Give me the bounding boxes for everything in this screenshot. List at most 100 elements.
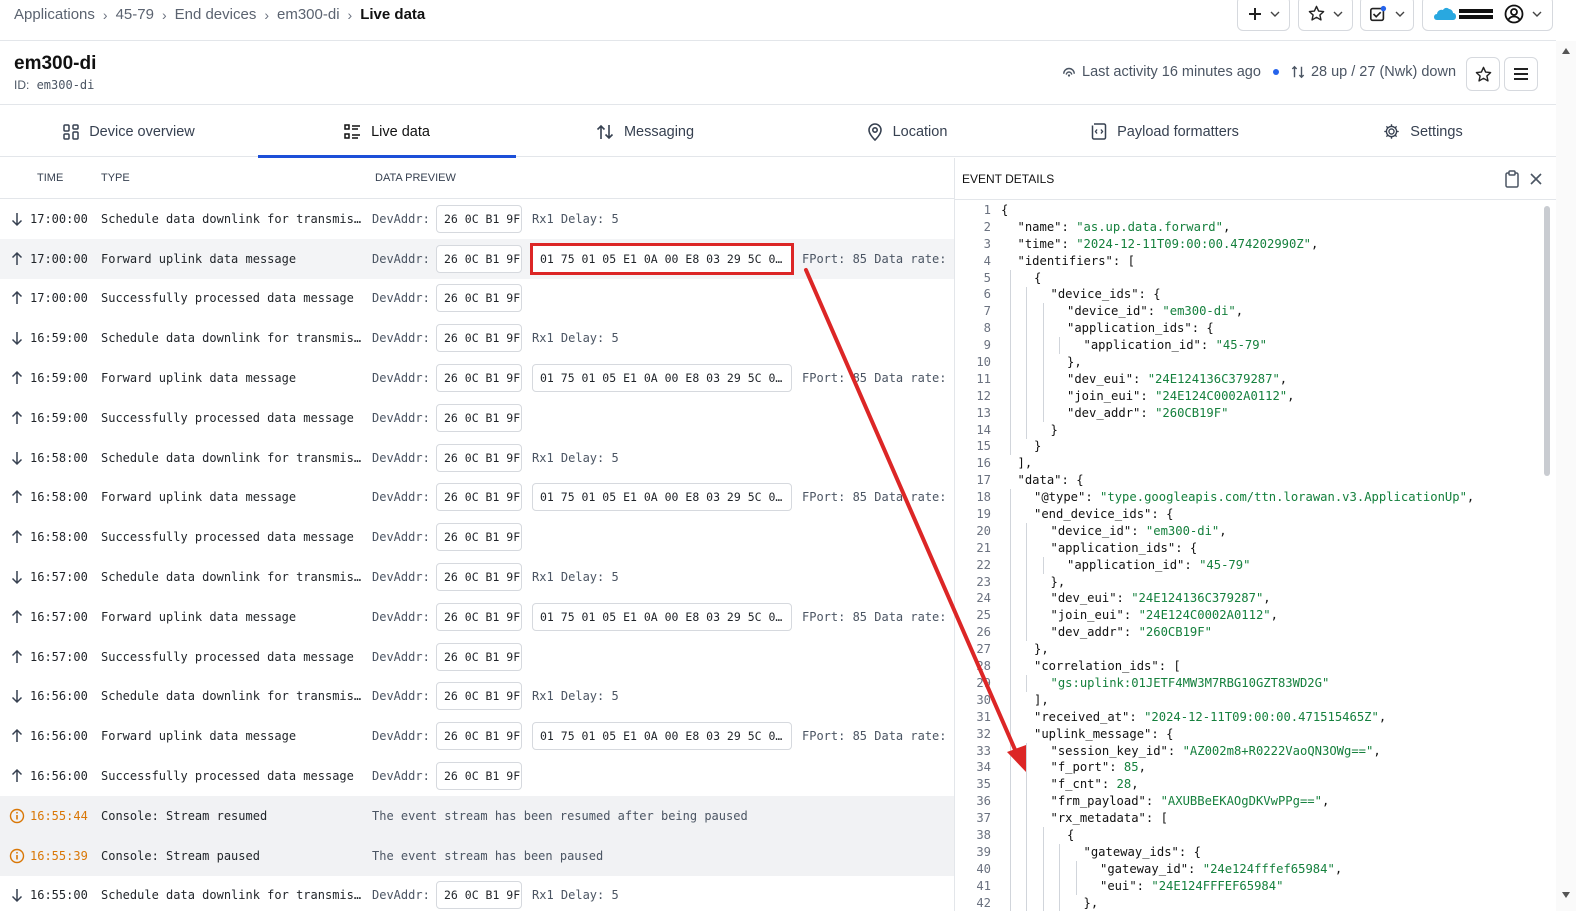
- page-scrollbar[interactable]: [1556, 41, 1576, 911]
- line-number: 1: [983, 203, 991, 217]
- json-punctuation: {: [1153, 287, 1161, 302]
- star-icon: [1308, 5, 1325, 21]
- devaddr-chip[interactable]: 26 0C B1 9F: [436, 642, 522, 671]
- json-value: "2024-12-11T09:00:00.471515465Z": [1144, 709, 1379, 724]
- devaddr-label: DevAddr:: [372, 769, 430, 784]
- line-number: 28: [976, 659, 991, 674]
- payload-chip[interactable]: 01 75 01 05 E1 0A 00 E8 03 29 5C 0F 3E…: [532, 483, 792, 512]
- devaddr-chip[interactable]: 26 0C B1 9F: [436, 602, 522, 631]
- tab-settings[interactable]: Settings: [1294, 106, 1552, 157]
- event-row[interactable]: 16:59:00 Forward uplink data message DevAd…: [0, 358, 954, 398]
- devaddr-chip[interactable]: 26 0C B1 9F: [436, 443, 522, 472]
- devaddr-chip[interactable]: 26 0C B1 9F: [436, 403, 522, 432]
- code-text: "rx_metadata": [: [1051, 810, 1168, 827]
- event-row[interactable]: 16:58:00 Successfully processed data mess…: [0, 517, 954, 557]
- tab-device-overview[interactable]: Device overview: [0, 106, 258, 157]
- event-type: Forward uplink data message: [101, 371, 297, 386]
- event-row[interactable]: 16:57:00 Forward uplink data message DevAd…: [0, 597, 954, 637]
- event-row[interactable]: 16:57:00 Schedule data downlink for trans…: [0, 557, 954, 597]
- tab-location[interactable]: Location: [778, 106, 1036, 157]
- column-header-preview: DATA PREVIEW: [375, 172, 456, 184]
- details-scrollbar[interactable]: [1544, 206, 1550, 476]
- devaddr-chip[interactable]: 26 0C B1 9F: [436, 364, 522, 393]
- event-row[interactable]: 17:00:00 Successfully processed data mess…: [0, 279, 954, 319]
- event-row[interactable]: 16:56:00 Forward uplink data message DevAd…: [0, 716, 954, 756]
- devaddr-chip[interactable]: 26 0C B1 9F: [436, 483, 522, 512]
- event-row[interactable]: 17:00:00 Forward uplink data message DevAd…: [0, 238, 954, 279]
- devaddr-chip[interactable]: 26 0C B1 9F: [436, 762, 522, 791]
- tab-messaging[interactable]: Messaging: [516, 106, 774, 157]
- breadcrumb-applications[interactable]: Applications: [14, 6, 95, 23]
- close-icon[interactable]: [1527, 170, 1545, 188]
- code-text: "join_eui": "24E124C0002A0112",: [1067, 388, 1294, 405]
- arrow-up-icon: [9, 649, 25, 665]
- rx1-delay: Rx1 Delay: 5: [532, 888, 619, 903]
- event-row[interactable]: 16:58:00 Schedule data downlink for trans…: [0, 438, 954, 478]
- breadcrumb-end-devices[interactable]: End devices: [175, 6, 257, 23]
- line-number: 9: [983, 338, 991, 353]
- arrow-up-icon: [9, 529, 25, 545]
- json-key: "received_at":: [1034, 709, 1145, 724]
- event-type: Successfully processed data message: [101, 769, 354, 784]
- line-number: 22: [976, 557, 991, 572]
- devaddr-chip[interactable]: 26 0C B1 9F: [436, 523, 522, 552]
- event-row[interactable]: 16:59:00 Successfully processed data mess…: [0, 398, 954, 438]
- breadcrumb-current: Live data: [360, 6, 426, 23]
- star-icon: [1475, 66, 1491, 82]
- line-number: 6: [983, 287, 991, 302]
- code-line: 1{: [955, 202, 1540, 219]
- fport-info: FPort: 85 Data rate:: [802, 371, 947, 386]
- breadcrumb-device[interactable]: em300-di: [277, 6, 340, 23]
- json-value: "45-79": [1215, 338, 1267, 353]
- tab-label: Settings: [1410, 123, 1463, 140]
- json-key: "rx_metadata":: [1050, 811, 1161, 826]
- line-number: 26: [976, 625, 991, 640]
- indent-guide: [1059, 844, 1060, 911]
- devaddr-chip[interactable]: 26 0C B1 9F: [436, 204, 522, 233]
- rx1-delay: Rx1 Delay: 5: [532, 570, 619, 585]
- devaddr-chip[interactable]: 26 0C B1 9F: [436, 324, 522, 353]
- breadcrumb-application[interactable]: 45-79: [116, 6, 154, 23]
- payload-chip[interactable]: 01 75 01 05 E1 0A 00 E8 03 29 5C 0F 3E…: [532, 602, 792, 631]
- event-time: 16:55:39: [30, 848, 88, 863]
- scroll-up-arrow-icon[interactable]: [1561, 47, 1571, 55]
- tab-live-data[interactable]: Live data: [258, 106, 516, 158]
- event-row[interactable]: 16:59:00 Schedule data downlink for trans…: [0, 318, 954, 358]
- event-row[interactable]: 16:57:00 Successfully processed data mess…: [0, 637, 954, 677]
- devaddr-chip[interactable]: 26 0C B1 9F: [436, 881, 522, 910]
- payload-chip[interactable]: 01 75 01 05 E1 0A 00 E8 03 29 5C 0F 3E…: [530, 242, 794, 275]
- line-number: 21: [976, 540, 991, 555]
- bookmark-device-button[interactable]: [1466, 57, 1500, 91]
- payload-chip[interactable]: 01 75 01 05 E1 0A 00 E8 03 29 5C 0F 3E…: [532, 364, 792, 393]
- bookmarks-menu-button[interactable]: [1298, 0, 1353, 31]
- event-row[interactable]: 16:55:39 Console: Stream paused The event …: [0, 835, 954, 876]
- json-key: "end_device_ids":: [1034, 507, 1167, 522]
- event-row[interactable]: 16:55:00 Schedule data downlink for trans…: [0, 876, 954, 911]
- devaddr-chip[interactable]: 26 0C B1 9F: [436, 284, 522, 313]
- json-punctuation: ,: [1373, 743, 1381, 758]
- payload-chip[interactable]: 01 75 01 05 E1 0A 00 E8 03 29 5C 0F 3E…: [532, 722, 792, 751]
- tab-payload-formatters[interactable]: Payload formatters: [1036, 106, 1294, 157]
- event-row[interactable]: 16:55:44 Console: Stream resumed The event…: [0, 795, 954, 836]
- json-punctuation: ],: [1017, 456, 1033, 471]
- clipboard-icon[interactable]: [1503, 170, 1521, 188]
- event-row[interactable]: 16:58:00 Forward uplink data message DevAd…: [0, 478, 954, 518]
- notifications-menu-button[interactable]: [1360, 0, 1414, 31]
- devaddr-chip[interactable]: 26 0C B1 9F: [436, 244, 522, 273]
- event-row[interactable]: 16:56:00 Schedule data downlink for trans…: [0, 677, 954, 717]
- inbox-icon: [1369, 5, 1387, 21]
- scroll-down-arrow-icon[interactable]: [1561, 891, 1571, 899]
- top-bar: Applications › 45-79 › End devices › em3…: [0, 0, 1556, 41]
- code-text: "dev_addr": "260CB19F": [1067, 405, 1228, 422]
- code-text: "uplink_message": {: [1034, 726, 1173, 743]
- add-menu-button[interactable]: [1237, 0, 1290, 31]
- json-punctuation: ,: [1279, 371, 1288, 386]
- event-row[interactable]: 17:00:00 Schedule data downlink for trans…: [0, 199, 954, 239]
- account-menu-button[interactable]: [1422, 0, 1553, 31]
- devaddr-chip[interactable]: 26 0C B1 9F: [436, 563, 522, 592]
- device-menu-button[interactable]: [1504, 57, 1538, 91]
- event-row[interactable]: 16:56:00 Successfully processed data mess…: [0, 756, 954, 796]
- devaddr-chip[interactable]: 26 0C B1 9F: [436, 682, 522, 711]
- devaddr-chip[interactable]: 26 0C B1 9F: [436, 722, 522, 751]
- code-line: 33 "session_key_id": "AZ002m8+R0222VaoQN3…: [955, 743, 1540, 760]
